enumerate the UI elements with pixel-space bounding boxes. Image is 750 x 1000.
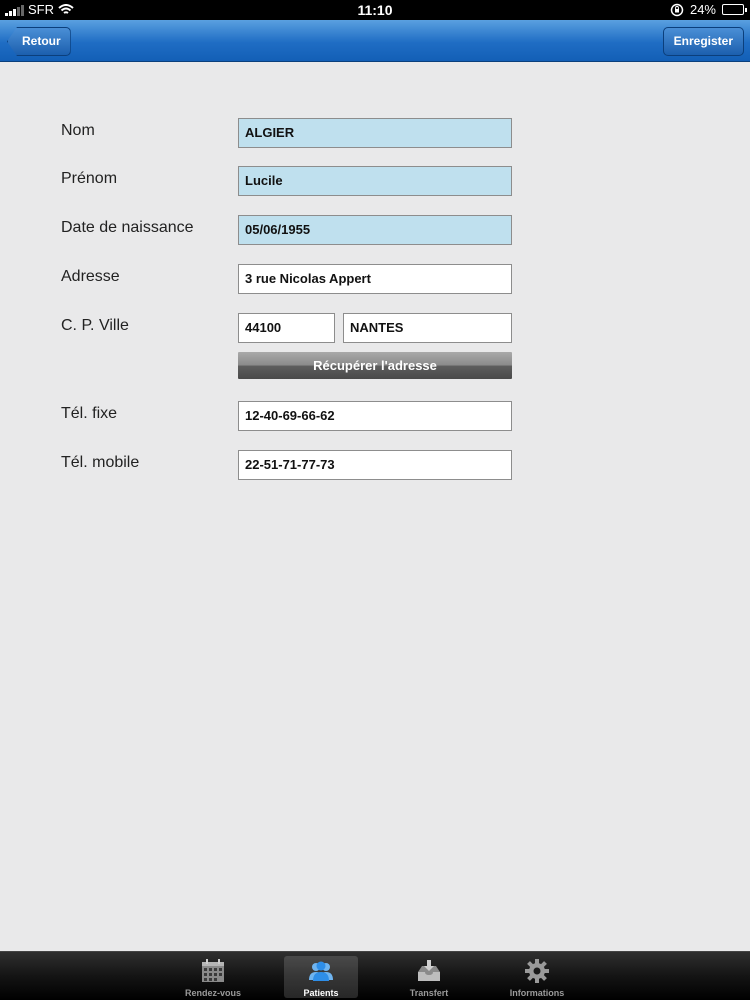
form-row-cp-ville: C. P. Ville 44100 NANTES [0,313,750,343]
tab-label: Rendez-vous [184,988,241,998]
save-button[interactable]: Enregister [662,27,744,56]
landline-phone-field[interactable]: 12-40-69-66-62 [238,401,512,431]
nom-field[interactable]: ALGIER [238,118,512,148]
form-row-prenom: Prénom Lucile [0,166,750,196]
cp-ville-label: C. P. Ville [61,317,129,334]
rotation-lock-icon [670,3,684,16]
battery-icon [722,4,747,15]
adresse-label: Adresse [61,268,120,285]
fetch-address-button[interactable]: Récupérer l'adresse [238,352,512,379]
address-field[interactable]: 3 rue Nicolas Appert [238,264,512,294]
tel-mobile-label: Tél. mobile [61,454,140,471]
transfer-icon [418,960,440,981]
calendar-icon [202,959,224,982]
form-row-naissance: Date de naissance 05/06/1955 [0,215,750,245]
battery-info: 24% [670,2,747,17]
birthdate-field[interactable]: 05/06/1955 [238,215,512,245]
battery-percent: 24% [689,2,716,17]
tab-transfert[interactable]: Transfert [392,956,466,998]
city-field[interactable]: NANTES [343,313,512,343]
form-row-tel-fixe: Tél. fixe 12-40-69-66-62 [0,401,750,431]
gear-icon [525,959,549,983]
form-row-tel-mobile: Tél. mobile 22-51-71-77-73 [0,450,750,480]
tab-label: Patients [303,988,339,998]
form-row-adresse: Adresse 3 rue Nicolas Appert [0,264,750,294]
naissance-label: Date de naissance [61,219,194,236]
back-button[interactable]: Retour [7,27,71,56]
tab-patients[interactable]: Patients [284,956,358,998]
tab-informations[interactable]: Informations [500,956,574,998]
tab-bar: Rendez-vous Patients Transfert Informati… [0,951,750,1000]
tel-fixe-label: Tél. fixe [61,405,118,422]
prenom-label: Prénom [61,170,118,187]
nom-label: Nom [61,122,95,139]
tab-label: Informations [509,988,565,998]
mobile-phone-field[interactable]: 22-51-71-77-73 [238,450,512,480]
prenom-field[interactable]: Lucile [238,166,512,196]
patients-icon [309,961,333,981]
postal-code-field[interactable]: 44100 [238,313,335,343]
form-row-nom: Nom ALGIER [0,118,750,148]
tab-label: Transfert [409,988,449,998]
status-bar: SFR 11:10 24% [0,0,750,20]
navigation-bar: Retour Enregister [0,20,750,62]
clock: 11:10 [357,2,393,18]
tab-rendez-vous[interactable]: Rendez-vous [176,956,250,998]
